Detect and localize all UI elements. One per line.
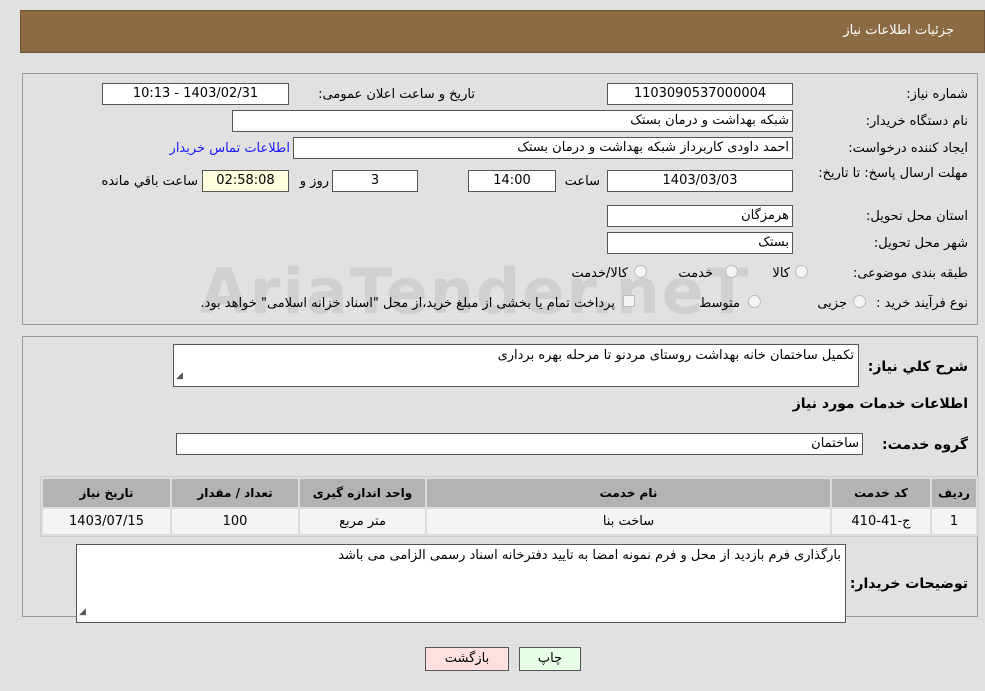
category-radio-goods-service[interactable] [634, 265, 647, 278]
category-radio-service[interactable] [725, 265, 738, 278]
col-date: تاریخ نیاز [43, 479, 170, 507]
category-label: طبقه بندی موضوعی: [852, 266, 968, 281]
cell-name: ساخت بنا [427, 509, 830, 534]
category-option-goods-service: كالا/خدمت [571, 266, 628, 281]
city-field: بستک [607, 232, 793, 254]
col-name: نام خدمت [427, 479, 830, 507]
resize-grip-icon[interactable]: ◢ [176, 368, 183, 384]
page-title: جزئیات اطلاعات نیاز [843, 23, 954, 38]
back-button[interactable]: بازگشت [425, 647, 509, 671]
city-label: شهر محل تحویل: [873, 236, 968, 251]
province-field: هرمزگان [607, 205, 793, 227]
page-header: جزئیات اطلاعات نیاز [20, 10, 985, 53]
services-title: اطلاعات خدمات مورد نیاز [792, 396, 968, 412]
category-option-service: خدمت [678, 266, 713, 281]
buyer-org-label: نام دستگاه خریدار: [865, 114, 968, 129]
table-row: 1 ج-41-410 ساخت بنا متر مربع 100 1403/07… [43, 509, 976, 534]
col-unit: واحد اندازه گیری [300, 479, 425, 507]
print-button[interactable]: چاپ [519, 647, 581, 671]
need-number-label: شماره نیاز: [906, 87, 968, 102]
process-radio-medium[interactable] [748, 295, 761, 308]
days-field: 3 [332, 170, 418, 192]
process-label: نوع فرآیند خرید : [876, 296, 968, 311]
remaining-label: ساعت باقي مانده [101, 174, 198, 189]
process-option-medium: متوسط [699, 296, 740, 311]
service-group-field: ساختمان [176, 433, 863, 455]
process-option-minor: جزیی [817, 296, 847, 311]
summary-text: تکمیل ساختمان خانه بهداشت روستای مردنو ت… [497, 348, 854, 363]
deadline-time-field: 14:00 [468, 170, 556, 192]
resize-grip-icon[interactable]: ◢ [79, 604, 86, 620]
deadline-date-field: 1403/03/03 [607, 170, 793, 192]
cell-unit: متر مربع [300, 509, 425, 534]
cell-row: 1 [932, 509, 976, 534]
treasury-payment-checkbox[interactable] [623, 295, 635, 307]
col-row: ردیف [932, 479, 976, 507]
summary-label: شرح کلي نیاز: [867, 359, 968, 375]
table-header-row: ردیف کد خدمت نام خدمت واحد اندازه گیری ت… [43, 479, 976, 507]
buyer-contact-link[interactable]: اطلاعات تماس خریدار [157, 141, 290, 156]
province-label: استان محل تحویل: [866, 209, 968, 224]
announce-field: 1403/02/31 - 10:13 [102, 83, 289, 105]
process-radio-minor[interactable] [853, 295, 866, 308]
treasury-payment-note: پرداخت تمام یا بخشی از مبلغ خرید،از محل … [200, 296, 615, 311]
category-radio-goods[interactable] [795, 265, 808, 278]
need-number-field: 1103090537000004 [607, 83, 793, 105]
buyer-notes-label: توضیحات خریدار: [849, 576, 968, 592]
service-group-label: گروه خدمت: [882, 437, 968, 453]
buyer-notes-text: بارگذاری فرم بازدید از محل و فرم نمونه ا… [338, 548, 841, 563]
col-quantity: تعداد / مقدار [172, 479, 298, 507]
cell-quantity: 100 [172, 509, 298, 534]
creator-field: احمد داودی کاربرداز شبکه بهداشت و درمان … [293, 137, 793, 159]
summary-textarea[interactable]: تکمیل ساختمان خانه بهداشت روستای مردنو ت… [173, 344, 859, 387]
cell-code: ج-41-410 [832, 509, 930, 534]
remaining-time-field: 02:58:08 [202, 170, 289, 192]
buyer-org-field: شبکه بهداشت و درمان بستک [232, 110, 793, 132]
announce-label: تاریخ و ساعت اعلان عمومی: [318, 87, 475, 102]
col-code: کد خدمت [832, 479, 930, 507]
deadline-label: مهلت ارسال پاسخ: تا تاریخ: [818, 166, 968, 181]
cell-date: 1403/07/15 [43, 509, 170, 534]
time-label: ساعت [564, 174, 600, 189]
days-label: روز و [299, 174, 329, 189]
buyer-notes-textarea[interactable]: بارگذاری فرم بازدید از محل و فرم نمونه ا… [76, 544, 846, 623]
services-table: ردیف کد خدمت نام خدمت واحد اندازه گیری ت… [40, 476, 979, 537]
category-option-goods: كالا [772, 266, 790, 281]
creator-label: ایجاد کننده درخواست: [848, 141, 968, 156]
